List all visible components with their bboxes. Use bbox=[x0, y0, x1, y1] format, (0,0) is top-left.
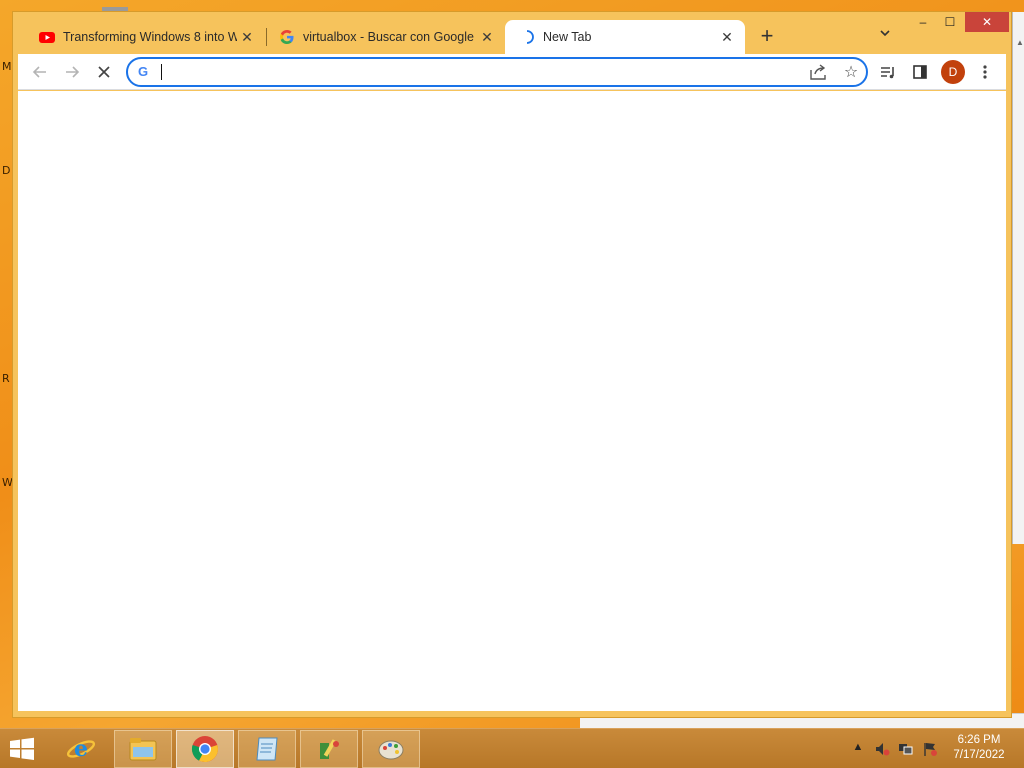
address-bar[interactable]: G ☆ bbox=[126, 57, 868, 87]
chrome-icon bbox=[191, 736, 218, 763]
background-window-edge: ▲ bbox=[1012, 12, 1024, 544]
share-icon bbox=[810, 64, 826, 80]
taskbar-google-chrome[interactable] bbox=[176, 730, 234, 768]
internet-explorer-icon: e bbox=[66, 736, 96, 762]
address-input[interactable] bbox=[158, 62, 798, 82]
share-button[interactable] bbox=[808, 63, 830, 83]
arrow-right-icon bbox=[66, 66, 80, 78]
paint-palette-icon bbox=[378, 740, 404, 760]
side-panel-icon bbox=[913, 65, 927, 79]
youtube-icon bbox=[39, 32, 55, 43]
start-button[interactable] bbox=[8, 737, 40, 763]
reading-list-button[interactable] bbox=[876, 60, 900, 84]
google-icon: G bbox=[138, 64, 149, 79]
taskbar: e ▲ 6:26 PM 7/17/2022 bbox=[0, 728, 1024, 768]
tool-app-icon bbox=[320, 739, 339, 759]
tab-title: New Tab bbox=[543, 30, 592, 44]
browser-toolbar: G ☆ D bbox=[18, 54, 1006, 90]
tab-title: Transforming Windows 8 into Wi bbox=[63, 30, 237, 44]
taskbar-internet-explorer[interactable]: e bbox=[52, 730, 110, 768]
network-icon[interactable] bbox=[898, 741, 914, 757]
clock-time: 6:26 PM bbox=[957, 734, 1001, 746]
taskbar-clock[interactable]: 6:26 PM 7/17/2022 bbox=[940, 733, 1018, 763]
close-icon bbox=[98, 66, 110, 78]
action-center-flag-icon[interactable] bbox=[922, 741, 938, 757]
forward-button[interactable] bbox=[60, 60, 84, 84]
desktop-icon-label[interactable]: M bbox=[2, 60, 12, 73]
scroll-up-icon[interactable]: ▲ bbox=[1016, 38, 1024, 47]
notepad-icon bbox=[256, 737, 278, 761]
taskbar-notepad[interactable] bbox=[238, 730, 296, 768]
back-button[interactable] bbox=[28, 60, 52, 84]
speaker-muted-icon[interactable] bbox=[874, 741, 890, 757]
new-tab-button[interactable]: + bbox=[755, 24, 779, 48]
profile-avatar[interactable]: D bbox=[941, 60, 965, 84]
tab-youtube[interactable]: Transforming Windows 8 into Wi ✕ bbox=[25, 20, 265, 54]
page-content[interactable] bbox=[18, 91, 1006, 711]
chevron-up-icon[interactable]: ▲ bbox=[850, 741, 866, 757]
tab-new-tab[interactable]: New Tab ✕ bbox=[505, 20, 745, 54]
kebab-menu-icon bbox=[983, 65, 987, 79]
browser-window: Transforming Windows 8 into Wi ✕ virtual… bbox=[12, 11, 1012, 718]
reading-list-icon bbox=[881, 67, 894, 79]
tab-google-search[interactable]: virtualbox - Buscar con Google ✕ bbox=[265, 20, 505, 54]
desktop-icon-label[interactable]: R bbox=[2, 372, 10, 385]
clock-date: 7/17/2022 bbox=[953, 749, 1005, 761]
desktop-icon-label[interactable]: D bbox=[2, 164, 10, 177]
maximize-button[interactable]: ☐ bbox=[937, 12, 963, 32]
svg-text:e: e bbox=[74, 736, 88, 762]
close-window-button[interactable]: ✕ bbox=[965, 12, 1009, 32]
chevron-down-icon bbox=[880, 30, 890, 37]
windows-logo-icon bbox=[10, 737, 34, 760]
taskbar-tool-app[interactable] bbox=[300, 730, 358, 768]
tab-title: virtualbox - Buscar con Google bbox=[303, 30, 474, 44]
tab-search-button[interactable] bbox=[875, 26, 895, 46]
taskbar-file-explorer[interactable] bbox=[114, 730, 172, 768]
minimize-button[interactable]: – bbox=[911, 12, 935, 32]
tab-strip: Transforming Windows 8 into Wi ✕ virtual… bbox=[13, 12, 1011, 54]
tab-close-icon[interactable]: ✕ bbox=[237, 29, 257, 46]
tab-close-icon[interactable]: ✕ bbox=[477, 29, 497, 46]
folder-icon bbox=[129, 738, 157, 761]
tab-close-icon[interactable]: ✕ bbox=[717, 29, 737, 46]
loading-spinner-icon bbox=[526, 30, 534, 44]
browser-menu-button[interactable] bbox=[973, 60, 997, 84]
side-panel-button[interactable] bbox=[908, 60, 932, 84]
bookmark-star-button[interactable]: ☆ bbox=[840, 62, 862, 84]
arrow-left-icon bbox=[32, 66, 46, 78]
google-icon bbox=[280, 30, 294, 44]
taskbar-paint[interactable] bbox=[362, 730, 420, 768]
stop-loading-button[interactable] bbox=[92, 60, 116, 84]
